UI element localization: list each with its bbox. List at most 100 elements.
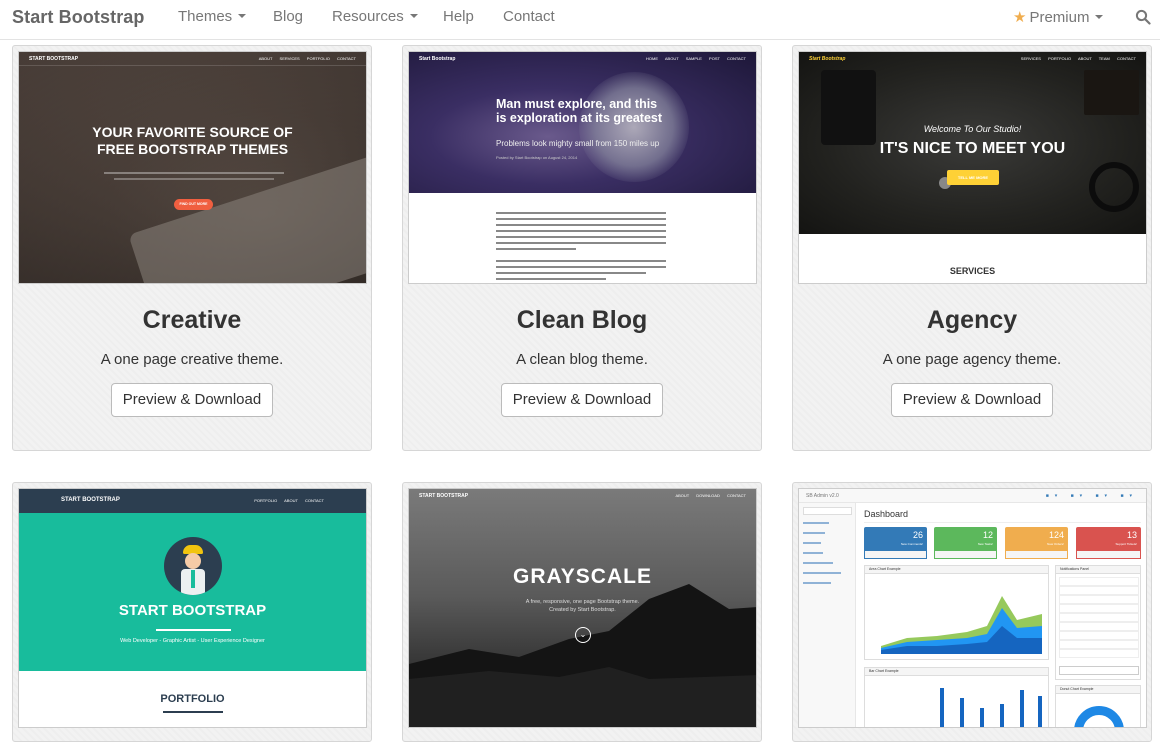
stat-value: 12 bbox=[982, 530, 993, 540]
agency-section-title: SERVICES bbox=[949, 266, 996, 276]
card-description: A one page creative theme. bbox=[100, 351, 284, 368]
star-icon: ★ bbox=[1013, 9, 1027, 26]
nav-contact[interactable]: Contact bbox=[503, 8, 555, 25]
text-line bbox=[496, 266, 666, 268]
agency-mini-nav: Start Bootstrap SERVICES PORTFOLIO ABOUT… bbox=[799, 52, 1146, 66]
divider bbox=[156, 629, 231, 631]
sidebar-line bbox=[803, 532, 825, 534]
nav-help[interactable]: Help bbox=[443, 8, 474, 25]
nav-resources-label: Resources bbox=[332, 8, 404, 25]
nav-help-label: Help bbox=[443, 8, 474, 25]
grayscale-thumbnail[interactable]: START BOOTSTRAP ABOUT DOWNLOAD CONTACT G… bbox=[408, 488, 757, 728]
card-description: A one page agency theme. bbox=[882, 351, 1062, 368]
nav-resources[interactable]: Resources bbox=[332, 8, 418, 25]
donut-chart bbox=[1074, 706, 1124, 727]
sidebar-line bbox=[803, 582, 831, 584]
stat-footer bbox=[1005, 550, 1068, 559]
notification-item bbox=[1059, 577, 1139, 586]
text-line bbox=[496, 224, 666, 226]
text-line bbox=[496, 212, 666, 214]
preview-download-button[interactable]: Preview & Download bbox=[891, 383, 1053, 417]
text-line bbox=[496, 248, 576, 250]
panel-title: Area Chart Example bbox=[869, 567, 901, 571]
sidebar-line bbox=[803, 522, 829, 524]
clean-blog-thumbnail[interactable]: Start Bootstrap HOME ABOUT SAMPLE POST C… bbox=[408, 51, 757, 284]
clean-blog-mini-links: HOME ABOUT SAMPLE POST CONTACT bbox=[645, 56, 746, 61]
nav-contact-label: Contact bbox=[503, 8, 555, 25]
theme-card-sb-admin: SB Admin v2.0 ■▾ ■▾ ■▾ ■▾ Dashboard 26 N… bbox=[792, 482, 1152, 742]
card-title: Creative bbox=[142, 306, 242, 334]
stat-label: New Comments! bbox=[900, 542, 923, 546]
creative-headline-line-2: FREE BOOTSTRAP THEMES bbox=[96, 141, 289, 157]
agency-mini-brand: Start Bootstrap bbox=[809, 56, 846, 62]
notifications-panel: Notifications Panel bbox=[1055, 565, 1141, 680]
sidebar-line bbox=[803, 572, 841, 574]
bar bbox=[1020, 690, 1024, 727]
agency-welcome: Welcome To Our Studio! bbox=[923, 124, 1022, 134]
admin-sidebar bbox=[799, 503, 856, 727]
sidebar-line bbox=[803, 562, 833, 564]
card-title: Agency bbox=[926, 306, 1018, 334]
bar bbox=[1038, 696, 1042, 727]
tie-shape bbox=[191, 570, 195, 588]
donut-chart-panel: Donut Chart Example bbox=[1055, 685, 1141, 727]
brand-logo[interactable]: Start Bootstrap bbox=[12, 7, 145, 28]
creative-headline-line-1: YOUR FAVORITE SOURCE OF bbox=[92, 124, 293, 140]
bar bbox=[940, 688, 944, 727]
card-description: A clean blog theme. bbox=[516, 351, 648, 368]
creative-mini-links: ABOUT SERVICES PORTFOLIO CONTACT bbox=[258, 56, 356, 61]
stat-footer bbox=[1076, 550, 1141, 559]
stat-value: 26 bbox=[912, 530, 923, 540]
nav-premium[interactable]: ★ Premium bbox=[1013, 8, 1104, 26]
panel-title: Donut Chart Example bbox=[1060, 687, 1094, 691]
creative-thumbnail[interactable]: START BOOTSTRAP ABOUT SERVICES PORTFOLIO… bbox=[18, 51, 367, 284]
notification-item bbox=[1059, 649, 1139, 658]
theme-card-freelancer: START BOOTSTRAP PORTFOLIO ABOUT CONTACT … bbox=[12, 482, 372, 742]
nav-blog[interactable]: Blog bbox=[273, 8, 303, 25]
nav-blog-label: Blog bbox=[273, 8, 304, 25]
notification-item bbox=[1059, 640, 1139, 649]
divider bbox=[864, 522, 1141, 523]
notification-item bbox=[1059, 622, 1139, 631]
panel-heading: Area Chart Example bbox=[865, 566, 1048, 574]
search-icon[interactable] bbox=[1135, 9, 1151, 25]
creative-mini-brand: START BOOTSTRAP bbox=[29, 56, 79, 62]
sidebar-line bbox=[803, 552, 823, 554]
freelancer-tagline: Web Developer - Graphic Artist - User Ex… bbox=[120, 638, 265, 644]
face-shape bbox=[185, 553, 201, 569]
admin-nav-icons: ■▾ ■▾ ■▾ ■▾ bbox=[1045, 493, 1138, 499]
text-line bbox=[496, 278, 606, 280]
preview-download-button[interactable]: Preview & Download bbox=[111, 383, 273, 417]
text-line bbox=[496, 236, 666, 238]
agency-thumbnail[interactable]: Start Bootstrap SERVICES PORTFOLIO ABOUT… bbox=[798, 51, 1147, 284]
stat-panel-orders: 124 New Orders! bbox=[1005, 527, 1068, 559]
admin-mini-brand: SB Admin v2.0 bbox=[806, 493, 839, 499]
bar-chart-panel: Bar Chart Example bbox=[864, 667, 1049, 727]
clean-blog-subheadline: Problems look mighty small from 150 mile… bbox=[496, 139, 660, 148]
clean-blog-mini-nav: Start Bootstrap HOME ABOUT SAMPLE POST C… bbox=[409, 52, 756, 66]
notification-item bbox=[1059, 613, 1139, 622]
grayscale-mini-links: ABOUT DOWNLOAD CONTACT bbox=[675, 493, 746, 498]
caret-down-icon bbox=[1095, 15, 1104, 20]
admin-search-box bbox=[803, 507, 852, 515]
freelancer-hero: START BOOTSTRAP Web Developer - Graphic … bbox=[19, 513, 366, 671]
headphones-shape bbox=[1089, 162, 1139, 212]
stat-panel-tickets: 13 Support Tickets! bbox=[1076, 527, 1141, 559]
astronaut-shape bbox=[579, 72, 689, 182]
theme-card-clean-blog: Start Bootstrap HOME ABOUT SAMPLE POST C… bbox=[402, 45, 762, 451]
stat-label: Support Tickets! bbox=[1115, 542, 1137, 546]
nav-themes[interactable]: Themes bbox=[178, 8, 247, 25]
grayscale-mini-brand: START BOOTSTRAP bbox=[419, 493, 469, 499]
text-line bbox=[496, 242, 666, 244]
notification-item bbox=[1059, 586, 1139, 595]
grayscale-headline: GRAYSCALE bbox=[513, 565, 652, 588]
sb-admin-thumbnail[interactable]: SB Admin v2.0 ■▾ ■▾ ■▾ ■▾ Dashboard 26 N… bbox=[798, 488, 1147, 728]
stat-footer bbox=[934, 550, 997, 559]
creative-text-line bbox=[104, 172, 284, 174]
preview-download-button[interactable]: Preview & Download bbox=[501, 383, 663, 417]
text-line bbox=[496, 230, 666, 232]
stat-value: 13 bbox=[1126, 530, 1137, 540]
freelancer-mini-brand: START BOOTSTRAP bbox=[61, 497, 120, 503]
freelancer-thumbnail[interactable]: START BOOTSTRAP PORTFOLIO ABOUT CONTACT … bbox=[18, 488, 367, 728]
clean-blog-meta: Posted by Start Bootstrap on August 24, … bbox=[496, 155, 578, 160]
